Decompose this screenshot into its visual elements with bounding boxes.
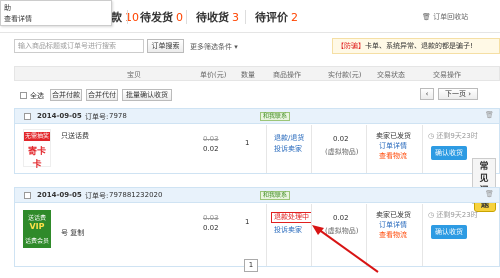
page-number[interactable]: 1	[244, 259, 258, 272]
annotation-arrow	[312, 225, 379, 273]
